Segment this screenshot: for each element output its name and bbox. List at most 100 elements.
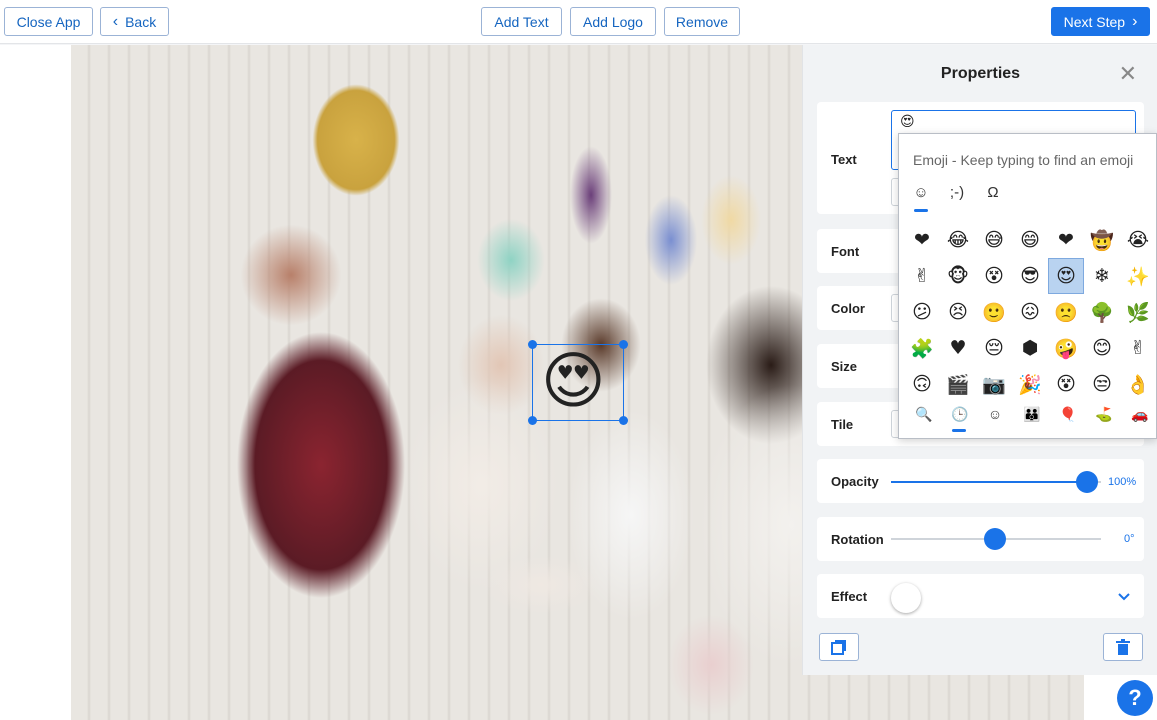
color-label: Color bbox=[831, 301, 865, 316]
effect-toggle[interactable] bbox=[891, 583, 921, 613]
emoji-cell[interactable]: 🙁 bbox=[1048, 294, 1084, 330]
emoji-cell[interactable]: ⬢ bbox=[1012, 330, 1048, 366]
emoji-search-hint: Emoji - Keep typing to find an emoji bbox=[913, 152, 1134, 168]
resize-handle-bottom-left[interactable] bbox=[528, 416, 537, 425]
add-text-button[interactable]: Add Text bbox=[481, 7, 562, 36]
opacity-slider-fill bbox=[891, 481, 1090, 483]
add-text-label: Add Text bbox=[494, 13, 549, 30]
emoji-cell[interactable]: 🙃 bbox=[904, 366, 940, 402]
emoji-cell[interactable]: 🌿 bbox=[1120, 294, 1156, 330]
emoji-cell[interactable]: 🤠 bbox=[1084, 222, 1120, 258]
back-label: Back bbox=[125, 13, 157, 30]
flag-icon[interactable]: ⛳ bbox=[1095, 406, 1112, 423]
emoji-cell[interactable]: ✌ bbox=[904, 258, 940, 294]
chevron-left-icon: ‹ bbox=[112, 12, 119, 30]
rotation-slider-thumb[interactable] bbox=[984, 528, 1006, 550]
resize-handle-bottom-right[interactable] bbox=[619, 416, 628, 425]
opacity-value: 100% bbox=[1108, 476, 1137, 488]
search-icon[interactable]: 🔍 bbox=[915, 406, 932, 423]
emoji-cell[interactable]: 🎬 bbox=[940, 366, 976, 402]
add-logo-label: Add Logo bbox=[583, 13, 643, 30]
emoji-cell[interactable]: 😎 bbox=[1012, 258, 1048, 294]
emoji-group-tabs: 🔍 🕒 ☺ 👪 🎈 ⛳ 🚗 bbox=[915, 406, 1148, 432]
duplicate-button[interactable] bbox=[819, 633, 859, 661]
emoji-cell[interactable]: 😕 bbox=[904, 294, 940, 330]
rotation-label: Rotation bbox=[831, 532, 884, 547]
heart-eyes-emoji-icon: 😍 bbox=[541, 347, 606, 416]
emoji-grid: ❤ 😂 😅 😄 ❤ 🤠 😭 ✌ 🐵 😵 😎 😍 ❄ ✨ 😕 😣 🙂 😖 🙁 🌳 🌿 🧩 ♥ 😔 ⬢ 🤪 😊 ✌ 🙃 🎬 📷 🎉 😵 😒 👌 bbox=[904, 222, 1156, 402]
trash-icon bbox=[1116, 639, 1130, 655]
emoji-cell[interactable]: 😒 bbox=[1084, 366, 1120, 402]
emoji-cell[interactable]: 😣 bbox=[940, 294, 976, 330]
emoji-sticker[interactable]: 😍 bbox=[528, 340, 628, 425]
emoji-cell[interactable]: 😍 bbox=[1048, 258, 1084, 294]
emoji-cell[interactable]: 🎉 bbox=[1012, 366, 1048, 402]
add-logo-button[interactable]: Add Logo bbox=[570, 7, 656, 36]
next-step-label: Next Step bbox=[1063, 13, 1126, 30]
emoji-cell[interactable]: 📷 bbox=[976, 366, 1012, 402]
emoji-cell[interactable]: 😂 bbox=[940, 222, 976, 258]
emoji-picker: Emoji - Keep typing to find an emoji ☺ ;… bbox=[898, 133, 1157, 439]
opacity-slider-thumb[interactable] bbox=[1076, 471, 1098, 493]
car-icon[interactable]: 🚗 bbox=[1131, 406, 1148, 423]
text-input-value: 😍 bbox=[900, 113, 915, 129]
emoji-cell[interactable]: ✨ bbox=[1120, 258, 1156, 294]
emoji-cell[interactable]: ♥ bbox=[940, 330, 976, 366]
emoji-cell[interactable]: ❄ bbox=[1084, 258, 1120, 294]
emoji-cell[interactable]: ❤ bbox=[904, 222, 940, 258]
effect-row: Effect bbox=[817, 574, 1144, 618]
remove-button[interactable]: Remove bbox=[664, 7, 740, 36]
rotation-value: 0° bbox=[1124, 533, 1135, 545]
emoji-cell[interactable]: ❤ bbox=[1048, 222, 1084, 258]
effect-label: Effect bbox=[831, 589, 868, 604]
emoji-cell[interactable]: 😖 bbox=[1012, 294, 1048, 330]
emoji-cell[interactable]: ✌ bbox=[1120, 330, 1156, 366]
smiley-icon[interactable]: ☺ bbox=[987, 406, 1003, 423]
font-label: Font bbox=[831, 244, 860, 259]
opacity-slider[interactable] bbox=[891, 471, 1101, 493]
question-icon: ? bbox=[1128, 685, 1142, 710]
rotation-slider[interactable] bbox=[891, 528, 1101, 550]
emoji-cell[interactable]: 🤪 bbox=[1048, 330, 1084, 366]
close-app-button[interactable]: Close App bbox=[4, 7, 93, 36]
emoji-cell[interactable]: 😵 bbox=[976, 258, 1012, 294]
tab-symbols[interactable]: Ω bbox=[985, 184, 1001, 201]
people-icon[interactable]: 👪 bbox=[1023, 406, 1040, 423]
tab-kaomoji[interactable]: ;-) bbox=[949, 184, 965, 201]
help-button[interactable]: ? bbox=[1117, 680, 1153, 716]
emoji-cell[interactable]: 👌 bbox=[1120, 366, 1156, 402]
remove-label: Remove bbox=[675, 13, 729, 30]
size-label: Size bbox=[831, 359, 858, 374]
recent-icon[interactable]: 🕒 bbox=[951, 406, 968, 432]
emoji-cell[interactable]: 😵 bbox=[1048, 366, 1084, 402]
resize-handle-top-left[interactable] bbox=[528, 340, 537, 349]
tab-emoji[interactable]: ☺ bbox=[913, 184, 929, 212]
rotation-row: Rotation 0° bbox=[817, 517, 1144, 561]
emoji-cell[interactable]: 😄 bbox=[1012, 222, 1048, 258]
emoji-cell[interactable]: 🙂 bbox=[976, 294, 1012, 330]
next-step-button[interactable]: Next Step › bbox=[1051, 7, 1150, 36]
close-icon[interactable]: ✕ bbox=[1119, 63, 1137, 85]
emoji-category-tabs: ☺ ;-) Ω bbox=[913, 184, 1001, 212]
duplicate-icon bbox=[831, 640, 846, 655]
back-button[interactable]: ‹ Back bbox=[100, 7, 169, 36]
emoji-cell[interactable]: 😅 bbox=[976, 222, 1012, 258]
tile-label: Tile bbox=[831, 417, 854, 432]
resize-handle-top-right[interactable] bbox=[619, 340, 628, 349]
emoji-cell[interactable]: 😔 bbox=[976, 330, 1012, 366]
emoji-cell[interactable]: 🧩 bbox=[904, 330, 940, 366]
emoji-cell[interactable]: 😊 bbox=[1084, 330, 1120, 366]
chevron-down-icon[interactable] bbox=[1118, 588, 1130, 604]
panel-title: Properties bbox=[940, 65, 1021, 82]
close-app-label: Close App bbox=[16, 13, 81, 30]
text-label: Text bbox=[831, 152, 857, 167]
opacity-label: Opacity bbox=[831, 474, 879, 489]
emoji-cell[interactable]: 🐵 bbox=[940, 258, 976, 294]
top-toolbar: Close App ‹ Back Add Text Add Logo Remove… bbox=[0, 0, 1157, 44]
chevron-right-icon: › bbox=[1132, 12, 1138, 30]
delete-button[interactable] bbox=[1103, 633, 1143, 661]
balloon-icon[interactable]: 🎈 bbox=[1059, 406, 1076, 423]
emoji-cell[interactable]: 🌳 bbox=[1084, 294, 1120, 330]
opacity-row: Opacity 100% bbox=[817, 459, 1144, 503]
emoji-cell[interactable]: 😭 bbox=[1120, 222, 1156, 258]
